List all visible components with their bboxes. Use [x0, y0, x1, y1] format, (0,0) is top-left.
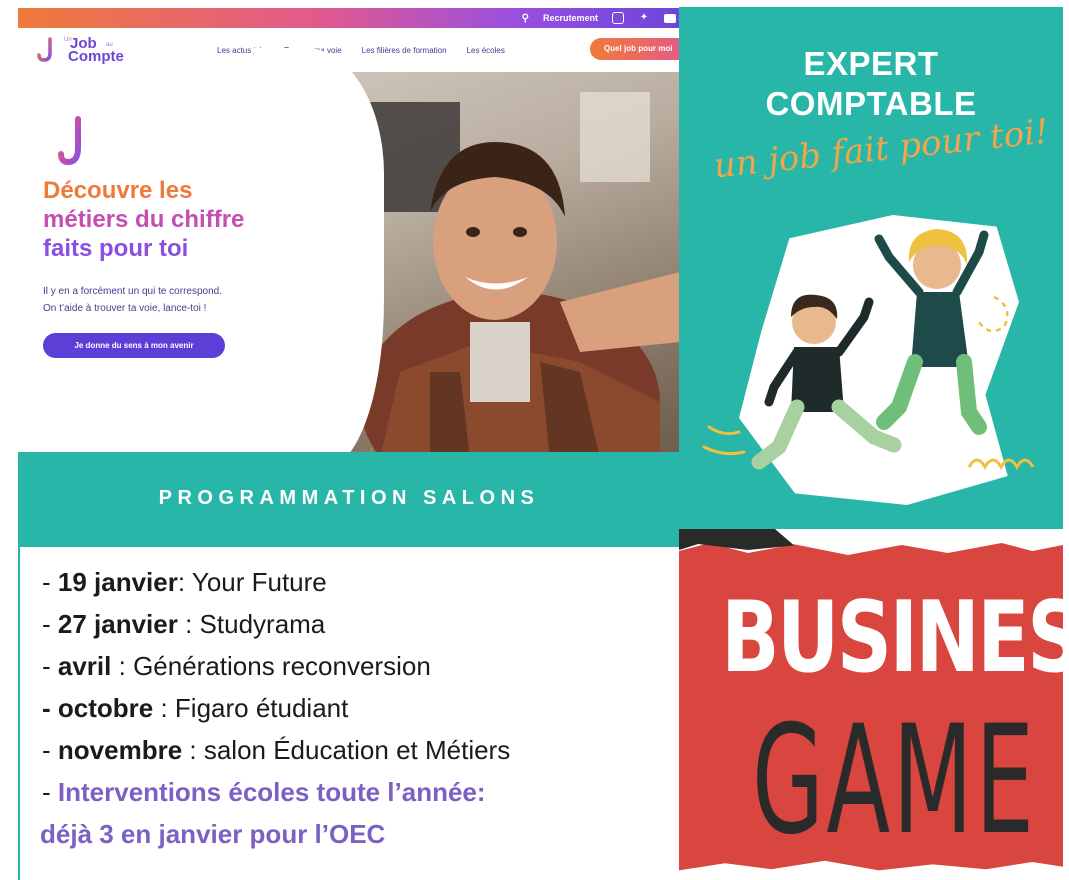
list-item: - octobre : Figaro étudiant — [42, 693, 349, 723]
hero-subtitle-line2: On t’aide à trouver ta voie, lance-toi ! — [43, 303, 207, 314]
twitter-icon[interactable]: ✦ — [638, 12, 650, 24]
list-item: - 19 janvier: Your Future — [42, 567, 327, 597]
salons-title: PROGRAMMATION SALONS — [158, 487, 540, 509]
list-item: - novembre : salon Éducation et Métiers — [42, 735, 511, 765]
hero-title-line1: Découvre les — [43, 177, 193, 204]
site-logo[interactable]: Un Job au Compte — [36, 35, 146, 67]
logo-mark-icon — [37, 37, 52, 62]
salons-list: - 19 janvier: Your Future - 27 janvier :… — [18, 547, 680, 880]
hero-title-line3: faits pour toi — [43, 235, 189, 262]
jumping-people-illustration — [702, 229, 1035, 471]
website-topbar: ⚲ Recrutement ✦ — [18, 8, 680, 28]
hero-subtitle: Il y en a forcément un qui te correspond… — [43, 283, 343, 317]
business-word: BUSINESS — [721, 581, 1063, 695]
logo-compte: Compte — [68, 48, 124, 65]
slide: ⚲ Recrutement ✦ Un Job au Compte Les act… — [0, 0, 1069, 880]
list-item: - 27 janvier : Studyrama — [42, 609, 326, 639]
nav-item-filieres[interactable]: Les filières de formation — [362, 46, 447, 55]
hero-cta-button[interactable]: Je donne du sens à mon avenir — [43, 333, 225, 358]
list-item: - avril : Générations reconversion — [42, 651, 431, 681]
website-screenshot: ⚲ Recrutement ✦ Un Job au Compte Les act… — [18, 8, 680, 458]
recruitment-link[interactable]: Recrutement — [543, 13, 598, 23]
hero-title: Découvre les métiers du chiffre faits po… — [43, 176, 343, 263]
hero-logo-icon — [58, 116, 81, 166]
business-game-poster: BUSINESS GAME — [679, 529, 1063, 880]
youtube-icon[interactable] — [664, 13, 676, 23]
website-nav: Un Job au Compte Les actus job Trouver m… — [18, 28, 680, 72]
instagram-icon[interactable] — [612, 12, 624, 24]
hero-subtitle-line1: Il y en a forcément un qui te correspond… — [43, 286, 222, 297]
list-item-highlight-cont: déjà 3 en janvier pour l’OEC — [40, 819, 386, 849]
search-icon[interactable]: ⚲ — [522, 13, 529, 24]
list-item-highlight: - Interventions écoles toute l’année: — [42, 777, 486, 807]
nav-item-ecoles[interactable]: Les écoles — [467, 46, 505, 55]
nav-cta-button[interactable]: Quel job pour moi — [590, 38, 680, 60]
game-word: GAME — [751, 694, 1037, 868]
expert-comptable-poster: EXPERT COMPTABLE un job fait pour toi! — [679, 7, 1063, 529]
salons-header: PROGRAMMATION SALONS — [18, 452, 680, 547]
hero-title-line2: métiers du chiffre — [43, 206, 245, 233]
